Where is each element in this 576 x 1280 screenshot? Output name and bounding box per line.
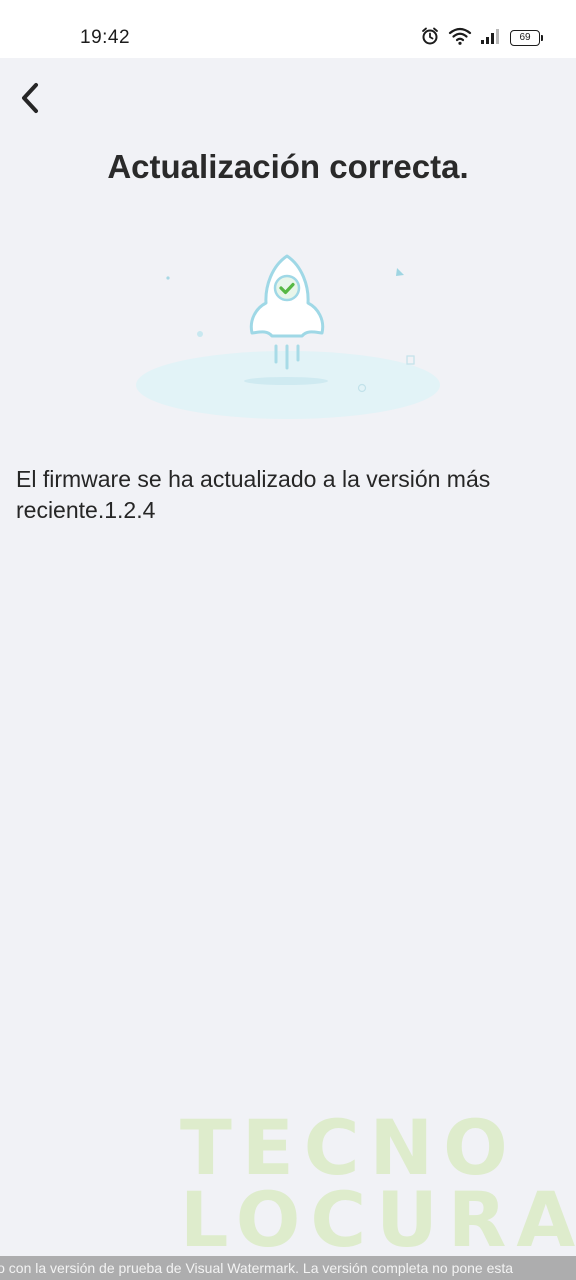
status-icons: 69 [420,26,543,51]
battery-icon: 69 [510,30,543,46]
watermark-banner: lo con la versión de prueba de Visual Wa… [0,1256,576,1280]
update-message: El firmware se ha actualizado a la versi… [16,466,491,523]
wifi-icon [448,26,472,51]
status-time: 19:42 [80,27,131,48]
screen: 19:42 69 Actualización correcta. El firm… [0,0,576,1280]
status-bar: 19:42 69 [0,0,576,58]
rocket-check-icon [128,240,448,430]
watermark-logo-line2: LOCURA [180,1175,576,1264]
signal-icon [480,27,502,50]
watermark-logo-line1: TECNO [180,1103,518,1192]
watermark-logo: TECNO LOCURA [180,1103,576,1264]
watermark-banner-text: lo con la versión de prueba de Visual Wa… [0,1260,514,1276]
alarm-icon [420,26,440,51]
chevron-left-icon [18,81,42,120]
page-title: Actualización correcta. [107,148,469,185]
back-button[interactable] [10,80,50,120]
